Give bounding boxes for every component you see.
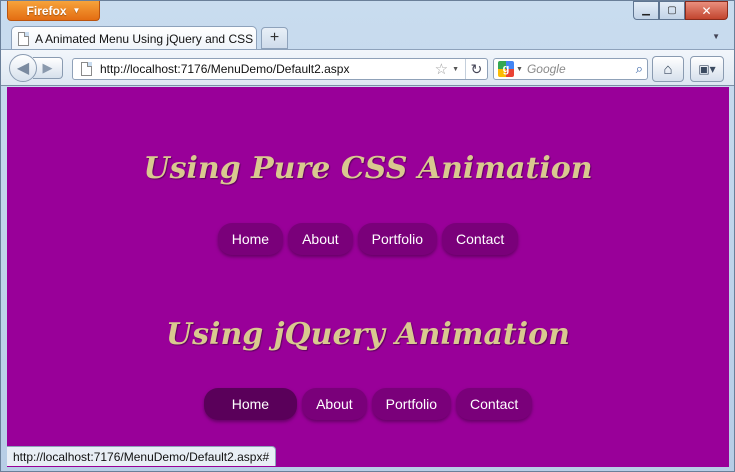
search-icon[interactable]: ⌕ xyxy=(636,61,643,77)
css-menu: Home About Portfolio Contact xyxy=(7,223,729,255)
address-text[interactable]: http://localhost:7176/MenuDemo/Default2.… xyxy=(100,62,435,76)
tab-title: A Animated Menu Using jQuery and CSS xyxy=(35,31,254,46)
maximize-button[interactable]: ▢ xyxy=(659,1,685,20)
menu-item-about[interactable]: About xyxy=(302,388,367,420)
menu-item-portfolio[interactable]: Portfolio xyxy=(371,388,452,420)
minimize-button[interactable]: ▁ xyxy=(633,1,659,20)
menu-item-home[interactable]: Home xyxy=(203,388,298,420)
page-icon xyxy=(18,31,29,46)
firefox-menu-button[interactable]: Firefox ▼ xyxy=(7,1,100,21)
heading-css-animation: Using Pure CSS Animation xyxy=(143,151,593,186)
back-forward-group: ◀ ▶ xyxy=(9,54,67,82)
firefox-label: Firefox xyxy=(26,3,67,18)
chevron-down-icon: ▼ xyxy=(72,6,81,15)
tab-bar: A Animated Menu Using jQuery and CSS + ▼ xyxy=(1,23,734,50)
menu-item-contact[interactable]: Contact xyxy=(442,223,519,255)
close-button[interactable]: ✕ xyxy=(685,1,728,20)
back-arrow-icon: ◀ xyxy=(16,60,30,77)
home-icon: ⌂ xyxy=(663,60,673,78)
tab-list-icon[interactable]: ▼ xyxy=(712,32,720,41)
tab-active[interactable]: A Animated Menu Using jQuery and CSS xyxy=(11,26,257,50)
menu-item-about[interactable]: About xyxy=(288,223,353,255)
title-bar: Firefox ▼ ▁ ▢ ✕ xyxy=(1,1,734,23)
history-dropdown-icon[interactable]: ▼ xyxy=(452,66,459,73)
home-button[interactable]: ⌂ xyxy=(652,56,684,82)
address-bar[interactable]: http://localhost:7176/MenuDemo/Default2.… xyxy=(72,58,488,80)
chevron-down-icon[interactable]: ▼ xyxy=(516,66,523,73)
page-content: Using Pure CSS Animation Home About Port… xyxy=(7,87,729,467)
forward-arrow-icon: ▶ xyxy=(42,60,53,75)
site-identity-icon xyxy=(81,62,92,76)
search-input[interactable]: Google xyxy=(527,62,636,76)
jquery-menu: Home About Portfolio Contact xyxy=(7,388,729,420)
back-button[interactable]: ◀ xyxy=(9,54,37,82)
status-link-text: http://localhost:7176/MenuDemo/Default2.… xyxy=(13,449,270,464)
google-engine-icon[interactable]: g xyxy=(498,61,514,77)
forward-button[interactable]: ▶ xyxy=(33,57,63,79)
star-icon[interactable]: ☆ xyxy=(435,60,448,78)
reload-icon[interactable]: ↻ xyxy=(465,59,487,79)
search-bar[interactable]: g ▼ Google ⌕ xyxy=(493,58,648,80)
addon-bar-icon: ▣▾ xyxy=(698,62,716,76)
heading-jquery-animation: Using jQuery Animation xyxy=(166,317,570,352)
navigation-toolbar: ◀ ▶ http://localhost:7176/MenuDemo/Defau… xyxy=(1,49,734,86)
window-controls: ▁ ▢ ✕ xyxy=(633,1,728,20)
menu-item-contact[interactable]: Contact xyxy=(456,388,533,420)
new-tab-button[interactable]: + xyxy=(261,27,288,49)
addon-bar-button[interactable]: ▣▾ xyxy=(690,56,724,82)
menu-item-home[interactable]: Home xyxy=(217,223,284,255)
status-bar: http://localhost:7176/MenuDemo/Default2.… xyxy=(7,446,277,466)
menu-item-portfolio[interactable]: Portfolio xyxy=(357,223,438,255)
browser-window: Firefox ▼ ▁ ▢ ✕ A Animated Menu Using jQ… xyxy=(0,0,735,472)
